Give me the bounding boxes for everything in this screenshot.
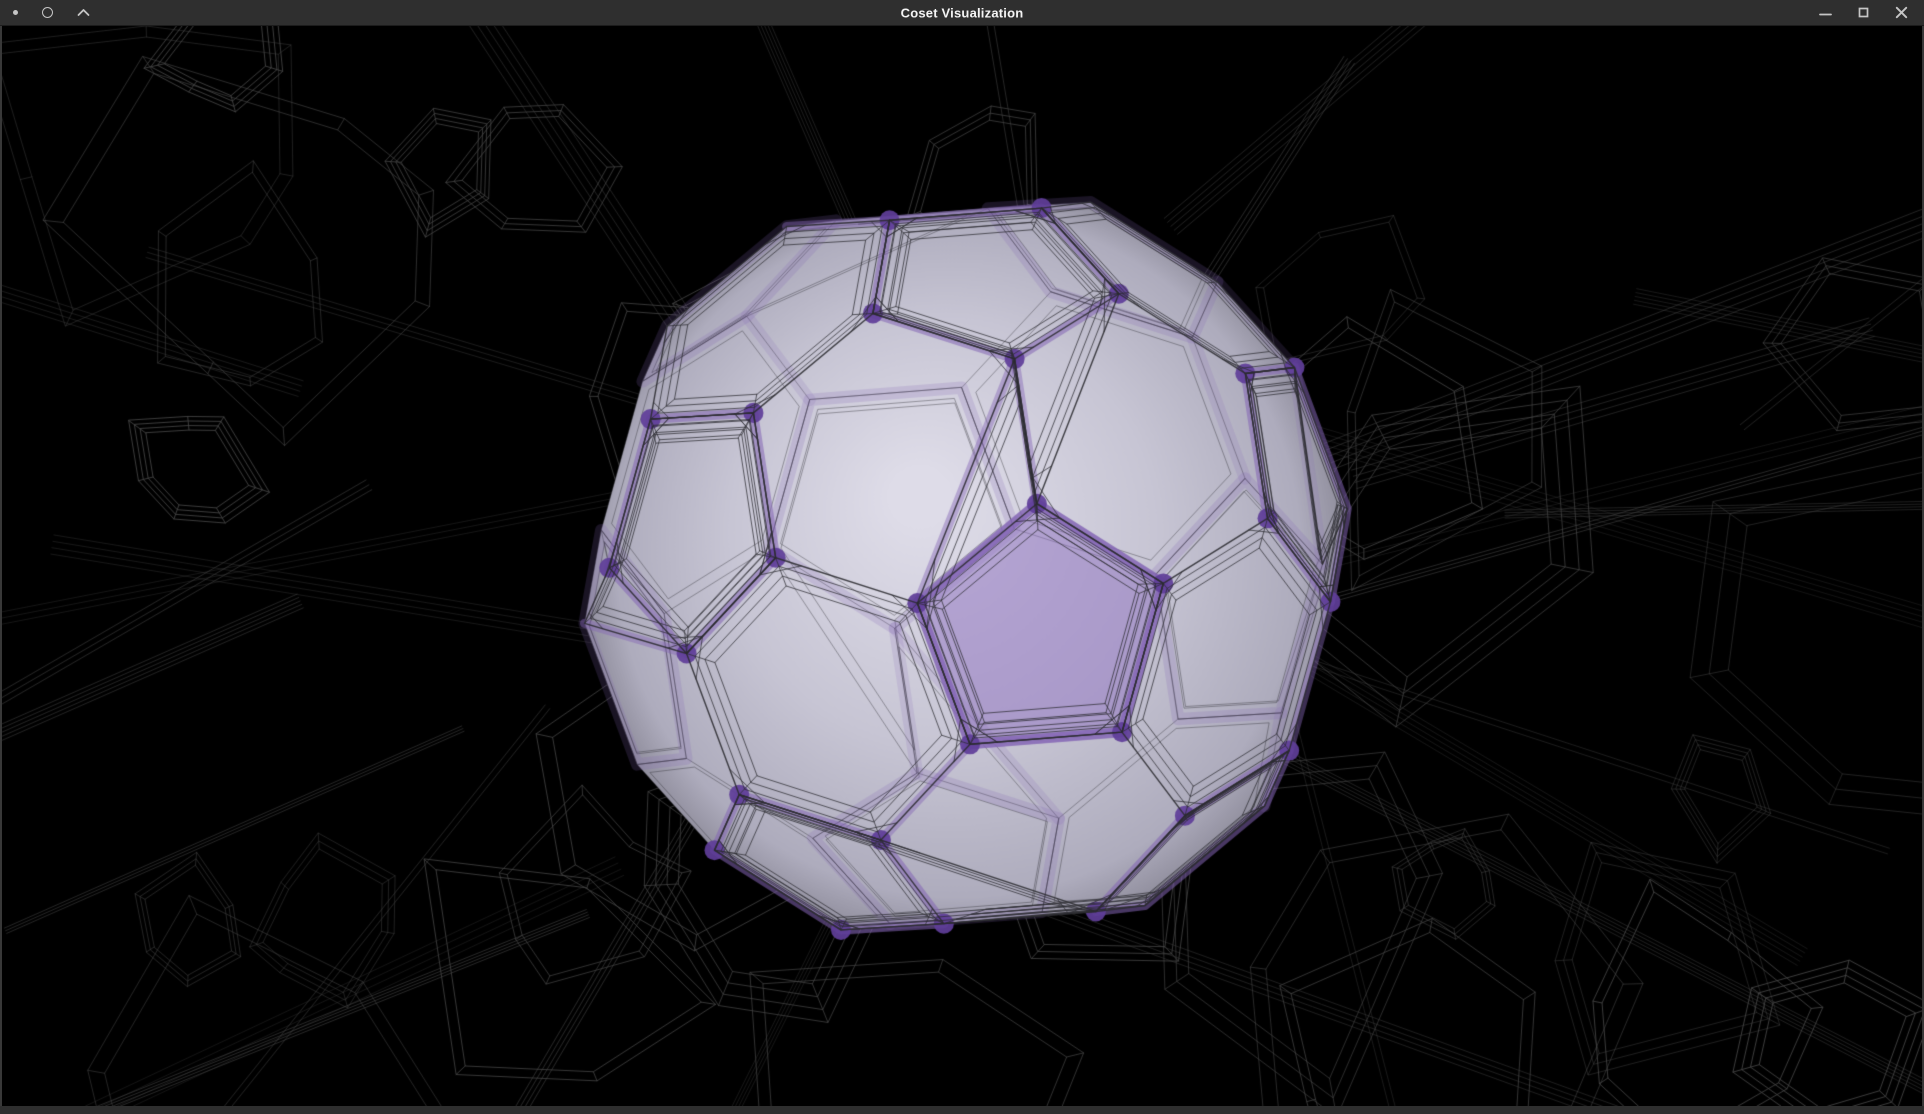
viewport[interactable] <box>0 26 1924 1106</box>
close-icon <box>1895 6 1908 19</box>
maximize-icon <box>1857 6 1870 19</box>
window-controls <box>1818 6 1924 20</box>
window-title: Coset Visualization <box>901 5 1024 20</box>
coset-3d-canvas[interactable] <box>2 26 1922 1106</box>
minimize-button[interactable] <box>1818 6 1832 20</box>
circle-icon[interactable] <box>42 7 53 18</box>
app-window: Coset Visualization <box>0 0 1924 1114</box>
minimize-icon <box>1819 6 1832 19</box>
close-button[interactable] <box>1894 6 1908 20</box>
window-left-edge <box>0 26 2 1106</box>
window-bottom-edge <box>0 1106 1924 1114</box>
titlebar-left-icons <box>0 7 90 18</box>
menu-dot-icon[interactable] <box>13 10 18 15</box>
maximize-button[interactable] <box>1856 6 1870 20</box>
chevron-up-icon[interactable] <box>77 8 90 17</box>
titlebar: Coset Visualization <box>0 0 1924 26</box>
